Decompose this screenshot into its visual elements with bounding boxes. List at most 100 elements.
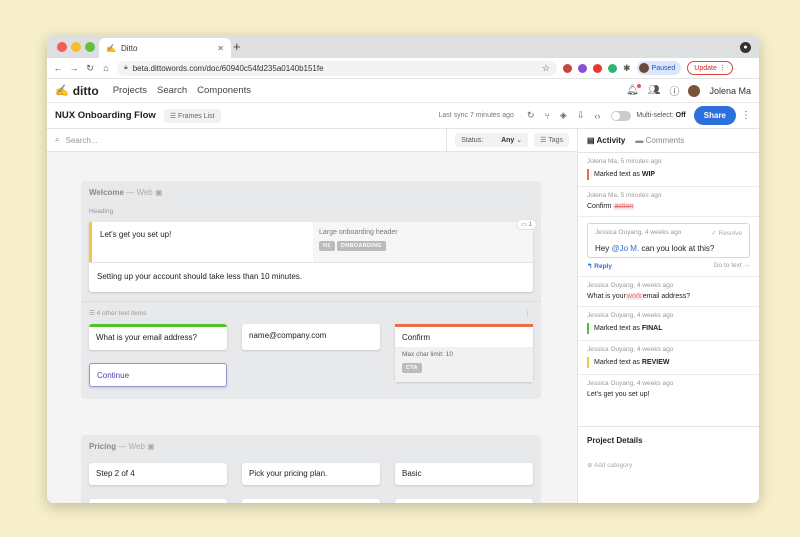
share-button[interactable]: Share: [693, 106, 736, 125]
document-toolbar: NUX Onboarding Flow ☰ Frames List Last s…: [47, 103, 759, 129]
resolve-button[interactable]: ✓ Resolve: [711, 229, 742, 237]
page-title: NUX Onboarding Flow: [55, 110, 156, 121]
url-text: beta.dittowords.com/doc/60940c54fd235a01…: [132, 63, 324, 73]
back-icon[interactable]: ←: [53, 63, 63, 73]
heading-text[interactable]: Let's get you set up!: [89, 222, 313, 262]
text-item-basic[interactable]: Basic: [395, 463, 533, 485]
app-header: ✍ ditto Projects Search Components 🔔︎ 👥︎…: [47, 79, 759, 103]
activity-item[interactable]: Jolena Ma, 5 minutes ago Marked text as …: [578, 153, 759, 187]
close-tab-icon[interactable]: ✕: [217, 44, 224, 53]
avatar[interactable]: [688, 84, 701, 97]
search-input[interactable]: Search...: [65, 136, 97, 145]
extension-icon[interactable]: [563, 63, 572, 73]
more-options-icon[interactable]: ⋮: [741, 110, 751, 121]
new-tab-button[interactable]: +: [233, 39, 241, 54]
code-icon[interactable]: ‹›: [594, 111, 600, 121]
heading-label: Heading: [89, 208, 114, 215]
drag-handle-icon[interactable]: ⋮: [524, 309, 531, 317]
confirm-metadata: Max char limit: 10 CTA: [395, 347, 533, 382]
tag-chip: H1: [319, 241, 335, 251]
text-item[interactable]: [242, 499, 380, 503]
heading-text-item[interactable]: Let's get you set up! Large onboarding h…: [89, 222, 533, 292]
text-item-email-placeholder[interactable]: name@company.com: [242, 324, 380, 350]
char-limit: Max char limit: 10: [402, 351, 453, 358]
text-item[interactable]: [395, 499, 533, 503]
frame-pricing: Pricing — Web ▣ Step 2 of 4 Pick your pr…: [81, 435, 541, 503]
extension-icon[interactable]: [608, 63, 617, 73]
activity-sidebar: ▤ Activity ▬ Comments Jolena Ma, 5 minut…: [577, 129, 759, 503]
maximize-window-button[interactable]: [85, 42, 95, 52]
window-menu-icon[interactable]: ●: [740, 42, 751, 53]
add-user-icon[interactable]: 👥︎: [648, 85, 661, 96]
bell-icon[interactable]: 🔔︎: [626, 84, 641, 96]
browser-window: ✍ Ditto ✕ + ● ← → ↻ ⌂ 🔒︎ beta.dittowords…: [47, 35, 759, 503]
profile-status: Paused: [651, 64, 676, 72]
text-item-confirm[interactable]: Confirm Max char limit: 10 CTA: [395, 324, 533, 382]
go-to-text-link[interactable]: Go to text →: [714, 262, 751, 270]
puzzle-icon[interactable]: ✱: [623, 63, 631, 74]
project-details-heading: Project Details: [578, 426, 759, 454]
status-filter[interactable]: Status: Any ⌄: [455, 133, 529, 147]
export-icon[interactable]: ⇩: [577, 110, 585, 121]
comment-count-badge[interactable]: ▭ 1: [516, 219, 537, 230]
activity-item[interactable]: Jolena Ma, 5 minutes ago Confirm action: [578, 187, 759, 217]
extension-icon[interactable]: [593, 63, 602, 73]
close-window-button[interactable]: [57, 42, 67, 52]
text-item-step[interactable]: Step 2 of 4: [89, 463, 227, 485]
multi-select-toggle[interactable]: [611, 110, 632, 121]
reply-button[interactable]: ↰ Reply: [587, 262, 612, 270]
activity-item[interactable]: Jessica Ouyang, 4 weeks ago Marked text …: [578, 307, 759, 341]
forward-icon[interactable]: →: [69, 63, 79, 73]
profile-button[interactable]: Paused: [636, 61, 682, 75]
tab-strip: ✍ Ditto ✕ + ●: [47, 35, 759, 58]
ditto-logo[interactable]: ✍ ditto: [55, 84, 99, 98]
lock-icon: 🔒︎: [124, 64, 128, 71]
nav-projects[interactable]: Projects: [113, 85, 147, 96]
brand-name: ditto: [72, 83, 99, 98]
search-icon: ⌕: [55, 135, 60, 144]
user-name[interactable]: Jolena Ma: [709, 86, 751, 96]
frames-canvas: ⌕ Search... Status: Any ⌄ ☰ Tags Welcome …: [47, 129, 577, 503]
avatar: [638, 63, 649, 73]
frame-welcome: Welcome — Web ▣ Heading Let's get you se…: [81, 181, 541, 399]
comment-thread[interactable]: Jessica Ouyang, 4 weeks ago ✓ Resolve He…: [587, 223, 750, 258]
nav-search[interactable]: Search: [157, 85, 187, 96]
frames-list-button[interactable]: ☰ Frames List: [163, 108, 221, 123]
add-category-button[interactable]: ⊕ Add category: [587, 461, 632, 469]
home-icon[interactable]: ⌂: [101, 63, 111, 73]
extension-icon[interactable]: [578, 63, 587, 73]
tab-activity[interactable]: ▤ Activity: [587, 136, 625, 145]
frame-title[interactable]: Pricing — Web ▣: [89, 442, 155, 451]
other-items-label[interactable]: ☰ 4 other text items: [89, 309, 147, 317]
tag-chip: ONBOARDING: [336, 241, 386, 251]
last-sync: Last sync 7 minutes ago: [438, 112, 514, 119]
frame-title[interactable]: Welcome — Web ▣: [89, 188, 163, 197]
tags-filter[interactable]: ☰ Tags: [534, 133, 569, 147]
tab-comments[interactable]: ▬ Comments: [635, 136, 684, 145]
minimize-window-button[interactable]: [71, 42, 81, 52]
text-item-continue[interactable]: Continue: [89, 363, 227, 387]
frames-list-label: Frames List: [178, 112, 215, 120]
url-field[interactable]: 🔒︎ beta.dittowords.com/doc/60940c54fd235…: [117, 60, 557, 76]
nav-components[interactable]: Components: [197, 85, 251, 96]
text-item[interactable]: [89, 499, 227, 503]
reload-icon[interactable]: ↻: [85, 63, 95, 74]
browser-tab[interactable]: ✍ Ditto ✕: [99, 38, 231, 58]
text-item-email-question[interactable]: What is your email address?: [89, 324, 227, 350]
frame-preview-icon: ▣: [155, 188, 163, 197]
ditto-favicon-icon: ✍: [106, 43, 116, 53]
activity-item[interactable]: Jessica Ouyang, 4 weeks ago What is your…: [578, 277, 759, 307]
sync-icon[interactable]: ↻: [527, 110, 535, 121]
update-label: Update: [694, 64, 717, 72]
branch-icon[interactable]: ⑂: [544, 111, 549, 121]
subheading-text[interactable]: Setting up your account should take less…: [89, 262, 533, 292]
text-item-pricing-plan[interactable]: Pick your pricing plan.: [242, 463, 380, 485]
bookmark-star-icon[interactable]: ☆: [542, 63, 550, 74]
activity-item[interactable]: Jessica Ouyang, 4 weeks ago Let's get yo…: [578, 375, 759, 404]
frame-preview-icon: ▣: [147, 442, 155, 451]
update-button[interactable]: Update ⋮: [687, 61, 733, 75]
activity-item[interactable]: Jessica Ouyang, 4 weeks ago Marked text …: [578, 341, 759, 375]
help-icon[interactable]: ⓘ: [669, 83, 679, 98]
layers-icon[interactable]: ◈: [560, 110, 567, 121]
heading-note: Large onboarding header: [319, 229, 398, 236]
